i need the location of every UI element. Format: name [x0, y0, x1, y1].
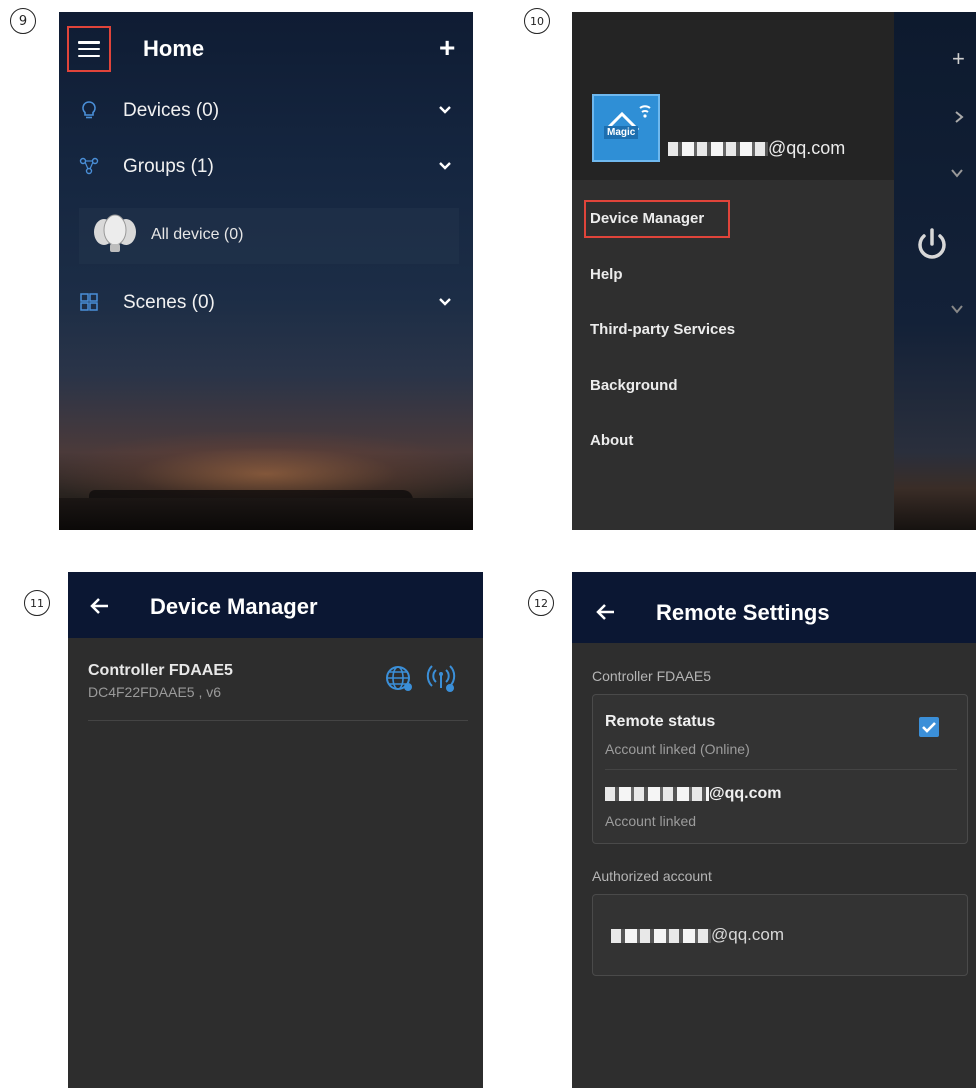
- add-icon[interactable]: +: [439, 34, 455, 62]
- background-home-screen: +: [894, 12, 976, 530]
- chevron-down-icon[interactable]: [437, 102, 453, 118]
- scenes-row[interactable]: Scenes (0): [59, 280, 473, 328]
- scenes-label: Scenes (0): [123, 292, 215, 313]
- step-number-11: 11: [24, 590, 50, 616]
- home-screen: Home + Devices (0) Groups (1) All device…: [59, 12, 473, 530]
- groups-row[interactable]: Groups (1): [59, 144, 473, 192]
- logo-text: Magic: [604, 126, 639, 139]
- remote-status-checkbox[interactable]: [919, 717, 939, 737]
- step-number-9: 9: [10, 8, 36, 34]
- remote-status-sub: Account linked (Online): [605, 741, 750, 757]
- groups-label: Groups (1): [123, 156, 214, 177]
- back-arrow-icon[interactable]: [88, 594, 112, 618]
- page-title: Device Manager: [150, 594, 318, 619]
- scenes-icon: [80, 293, 98, 311]
- page-title: Home: [143, 36, 205, 61]
- check-icon: [922, 722, 936, 733]
- globe-icon: [386, 666, 412, 691]
- hamburger-icon: [78, 41, 100, 57]
- authorized-account-card[interactable]: @qq.com: [592, 894, 968, 976]
- all-device-item[interactable]: All device (0): [79, 208, 459, 264]
- menu-item-help[interactable]: Help: [590, 266, 623, 283]
- power-icon: [918, 228, 946, 259]
- bulb-group-icon: [94, 214, 136, 252]
- menu-item-third-party-services[interactable]: Third-party Services: [590, 321, 735, 338]
- redacted-email-mask: [605, 786, 709, 801]
- drawer-header: Magic @qq.com: [572, 12, 894, 180]
- chevron-right-icon: [955, 111, 964, 123]
- chevron-down-icon[interactable]: [437, 158, 453, 174]
- redacted-email-mask: [611, 928, 711, 943]
- navigation-drawer-screen: + Magic @qq.com Device Manager Help Thir…: [572, 12, 976, 530]
- remote-status-title: Remote status: [605, 713, 716, 730]
- menu-item-about[interactable]: About: [590, 432, 633, 449]
- card-divider: [605, 769, 957, 770]
- controller-section-label: Controller FDAAE5: [592, 668, 712, 684]
- app-bar: Device Manager: [68, 572, 483, 638]
- magic-home-logo: Magic: [592, 94, 660, 162]
- device-manager-screen: Device Manager Controller FDAAE5 DC4F22F…: [68, 572, 483, 1088]
- navigation-drawer: Magic @qq.com Device Manager Help Third-…: [572, 12, 894, 530]
- bulb-icon: [82, 101, 96, 119]
- add-icon: +: [952, 46, 965, 71]
- remote-settings-screen: Remote Settings Controller FDAAE5 Remote…: [572, 572, 976, 1088]
- wifi-signal-icon: [426, 665, 456, 692]
- redacted-email-mask: [668, 142, 768, 157]
- authorized-account-label: Authorized account: [592, 868, 712, 884]
- step-number-12: 12: [528, 590, 554, 616]
- app-bar: Remote Settings: [572, 572, 976, 643]
- chevron-down-icon[interactable]: [437, 294, 453, 310]
- controller-name: Controller FDAAE5: [88, 662, 233, 679]
- page-title: Remote Settings: [656, 600, 830, 625]
- back-arrow-icon[interactable]: [594, 600, 618, 624]
- devices-label: Devices (0): [123, 100, 220, 121]
- chevron-down-icon: [951, 305, 963, 314]
- controller-mac: DC4F22FDAAE5 , v6: [88, 684, 222, 700]
- step-number-10: 10: [524, 8, 550, 34]
- linked-email: @qq.com: [605, 785, 782, 803]
- menu-item-background[interactable]: Background: [590, 377, 678, 394]
- remote-status-card: Remote status Account linked (Online) @q…: [592, 694, 968, 844]
- account-email: @qq.com: [668, 138, 845, 159]
- account-linked-label: Account linked: [605, 813, 697, 829]
- hamburger-menu-button[interactable]: [67, 26, 111, 72]
- chevron-down-icon: [951, 169, 963, 178]
- list-divider: [88, 720, 468, 721]
- groups-icon: [79, 157, 99, 175]
- devices-row[interactable]: Devices (0): [59, 88, 473, 136]
- authorized-email: @qq.com: [611, 925, 784, 945]
- menu-item-device-manager[interactable]: Device Manager: [590, 210, 704, 227]
- all-device-label: All device (0): [151, 226, 244, 243]
